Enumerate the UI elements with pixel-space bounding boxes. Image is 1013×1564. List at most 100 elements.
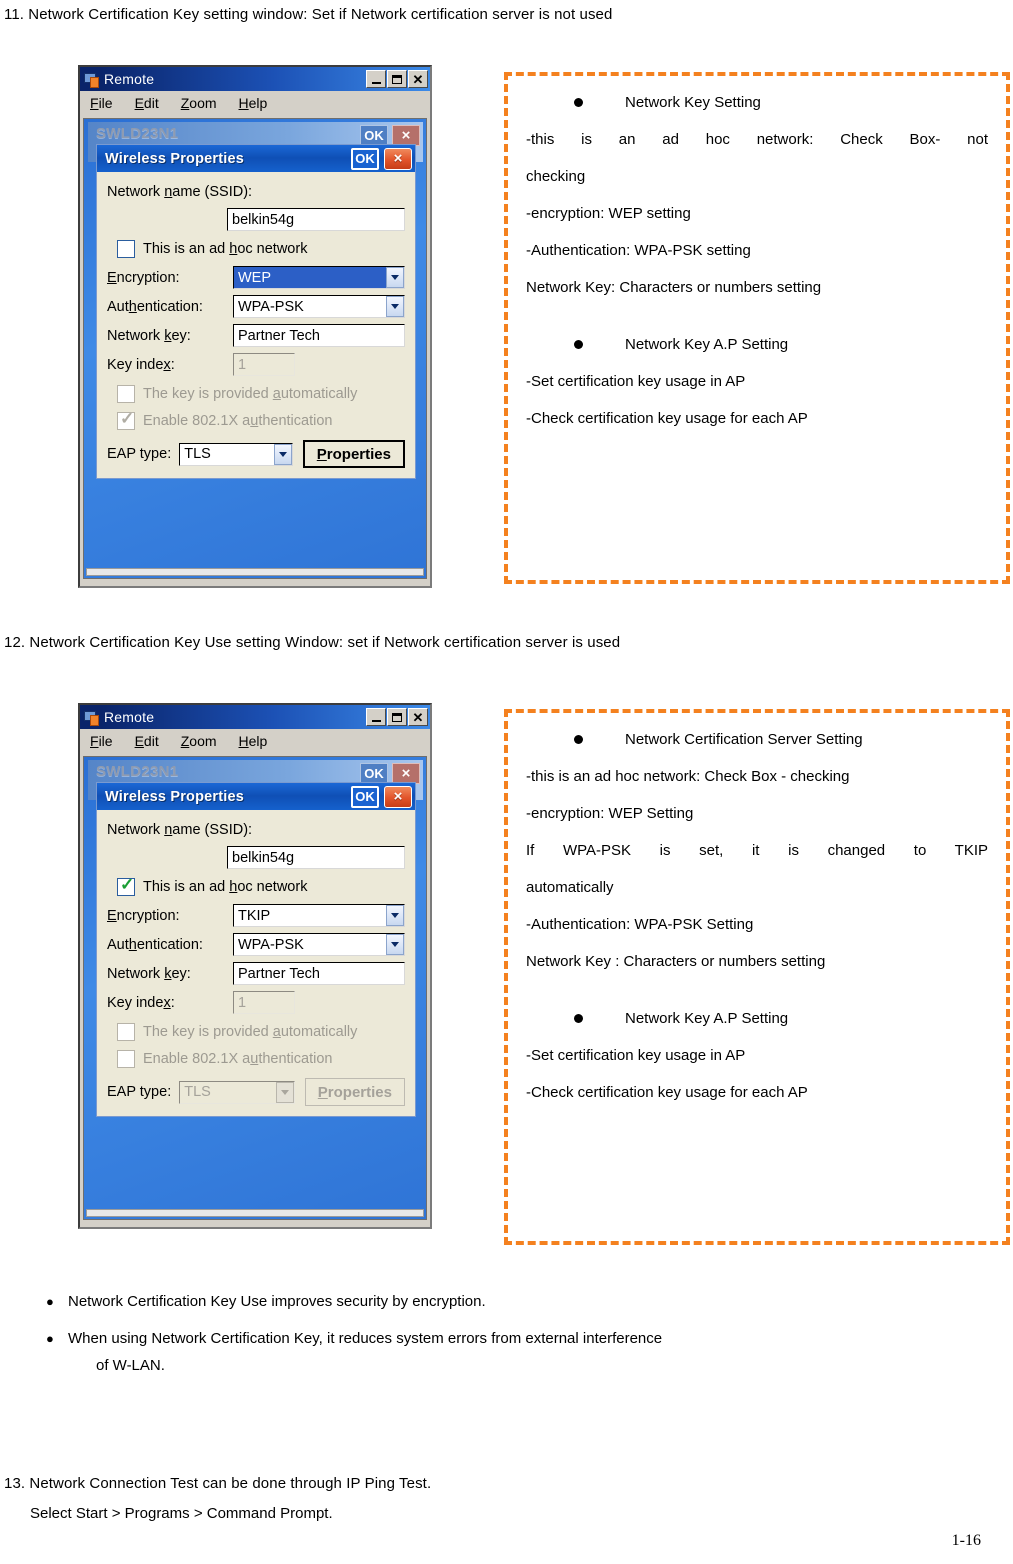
key-index-row: Key index: 1 xyxy=(107,991,405,1014)
dialog-body: Network name (SSID): belkin54g This is a… xyxy=(97,172,415,478)
section-heading-11: 11. Network Certification Key setting wi… xyxy=(4,6,613,23)
callout-2-line: -Check certification key usage for each … xyxy=(526,1084,808,1101)
menu-item-edit[interactable]: Edit xyxy=(135,95,159,111)
chevron-down-icon[interactable] xyxy=(386,296,404,317)
dialog-ok-button[interactable]: OK xyxy=(351,785,379,808)
properties-button[interactable]: Properties xyxy=(302,440,405,468)
background-close-icon[interactable]: × xyxy=(392,125,420,146)
background-ok-button[interactable]: OK xyxy=(360,763,388,784)
maximize-icon[interactable] xyxy=(387,70,407,88)
callout-1-line: -Check certification key usage for each … xyxy=(526,410,808,427)
network-key-value[interactable]: Partner Tech xyxy=(233,962,405,985)
window-title: Remote xyxy=(104,709,155,725)
dialog-close-icon[interactable]: × xyxy=(384,785,412,808)
window-title: Remote xyxy=(104,71,155,87)
summary-bullet-continuation: of W-LAN. xyxy=(96,1357,165,1374)
dialog-title: Wireless Properties xyxy=(105,788,245,805)
dialog-controls: OK × xyxy=(351,785,412,808)
dialog-controls: OK × xyxy=(351,147,412,170)
callout-2-line: -Set certification key usage in AP xyxy=(526,1047,746,1064)
close-icon[interactable]: ✕ xyxy=(408,70,428,88)
authentication-combo[interactable]: WPA-PSK xyxy=(233,933,405,956)
adhoc-checkbox[interactable] xyxy=(117,240,135,258)
menu-item-file[interactable]: File xyxy=(90,733,113,749)
key-auto-checkbox-row: The key is provided automatically xyxy=(117,1023,405,1041)
callout-2-section-2-title-row: Network Key A.P Setting xyxy=(526,1010,988,1027)
chevron-down-icon[interactable] xyxy=(386,934,404,955)
authentication-value[interactable]: WPA-PSK xyxy=(233,933,405,956)
minimize-icon[interactable] xyxy=(366,70,386,88)
network-key-field[interactable]: Partner Tech xyxy=(233,324,405,347)
key-auto-checkbox xyxy=(117,385,135,403)
encryption-combo[interactable]: TKIP xyxy=(233,904,405,927)
section-heading-12: 12. Network Certification Key Use settin… xyxy=(4,634,621,651)
remote-window-2: Remote ✕ File Edit Zoom Help SWLD23N1 OK… xyxy=(78,703,432,1229)
minimize-icon[interactable] xyxy=(366,708,386,726)
enable-8021x-checkbox xyxy=(117,1050,135,1068)
key-index-field: 1 xyxy=(233,353,405,376)
menu-item-help[interactable]: Help xyxy=(239,733,268,749)
adhoc-checkbox-row[interactable]: ✓ This is an ad hoc network xyxy=(117,876,405,896)
key-index-value: 1 xyxy=(233,353,295,376)
close-icon[interactable]: ✕ xyxy=(408,708,428,726)
adhoc-checkbox-row[interactable]: This is an ad hoc network xyxy=(117,240,405,258)
adhoc-checkbox[interactable]: ✓ xyxy=(117,876,135,896)
bullet-dot-icon: ● xyxy=(46,1294,54,1309)
chevron-down-icon[interactable] xyxy=(386,905,404,926)
callout-1-spacer xyxy=(526,306,988,332)
list-item: ● Network Certification Key Use improves… xyxy=(46,1292,946,1312)
key-index-field: 1 xyxy=(233,991,405,1014)
authentication-value[interactable]: WPA-PSK xyxy=(233,295,405,318)
enable-8021x-label: Enable 802.1X authentication xyxy=(143,1051,333,1067)
dialog-ok-button[interactable]: OK xyxy=(351,147,379,170)
authentication-label: Authentication: xyxy=(107,936,203,953)
remote-device-icon xyxy=(84,72,100,88)
dialog-body: Network name (SSID): belkin54g ✓ This is… xyxy=(97,810,415,1116)
menu-item-edit[interactable]: Edit xyxy=(135,733,159,749)
background-ok-button[interactable]: OK xyxy=(360,125,388,146)
background-window-title: SWLD23N1 xyxy=(96,763,179,780)
wireless-properties-dialog-1: Wireless Properties OK × Network name (S… xyxy=(96,144,416,479)
callout-1-line: -Set certification key usage in AP xyxy=(526,373,746,390)
authentication-row: Authentication: WPA-PSK xyxy=(107,933,405,956)
authentication-row: Authentication: WPA-PSK xyxy=(107,295,405,318)
callout-box-2: Network Certification Server Setting -th… xyxy=(504,709,1010,1245)
chevron-down-icon[interactable] xyxy=(386,267,404,288)
network-key-value[interactable]: Partner Tech xyxy=(233,324,405,347)
wireless-properties-dialog-2: Wireless Properties OK × Network name (S… xyxy=(96,782,416,1117)
dialog-close-icon[interactable]: × xyxy=(384,147,412,170)
summary-bullet-text: When using Network Certification Key, it… xyxy=(68,1330,663,1347)
network-key-row: Network key: Partner Tech xyxy=(107,324,405,347)
ssid-label: Network name (SSID): xyxy=(107,822,253,838)
window-controls: ✕ xyxy=(366,70,428,88)
authentication-combo[interactable]: WPA-PSK xyxy=(233,295,405,318)
callout-2-line: Network Key : Characters or numbers sett… xyxy=(526,953,826,970)
ssid-input[interactable]: belkin54g xyxy=(227,846,405,869)
encryption-value[interactable]: WEP xyxy=(233,266,405,289)
background-close-icon[interactable]: × xyxy=(392,763,420,784)
menu-item-zoom[interactable]: Zoom xyxy=(181,733,217,749)
menu-item-zoom[interactable]: Zoom xyxy=(181,95,217,111)
maximize-icon[interactable] xyxy=(387,708,407,726)
menu-item-help[interactable]: Help xyxy=(239,95,268,111)
key-auto-checkbox-row: The key is provided automatically xyxy=(117,385,405,403)
callout-1-line: Network Key: Characters or numbers setti… xyxy=(526,279,822,296)
enable-8021x-label: Enable 802.1X authentication xyxy=(143,413,333,429)
bullet-dot-icon xyxy=(574,98,583,107)
dialog-title: Wireless Properties xyxy=(105,150,245,167)
ssid-input[interactable]: belkin54g xyxy=(227,208,405,231)
network-key-field[interactable]: Partner Tech xyxy=(233,962,405,985)
chevron-down-icon[interactable] xyxy=(273,443,292,465)
menu-item-file[interactable]: File xyxy=(90,95,113,111)
key-index-value: 1 xyxy=(233,991,295,1014)
enable-8021x-checkbox: ✓ xyxy=(117,410,135,430)
encryption-combo[interactable]: WEP xyxy=(233,266,405,289)
menubar: File Edit Zoom Help xyxy=(80,91,430,116)
callout-1-line: checking xyxy=(526,168,586,185)
encryption-value[interactable]: TKIP xyxy=(233,904,405,927)
eap-type-combo[interactable]: TLS xyxy=(179,442,293,466)
callout-1-section-1-title: Network Key Setting xyxy=(625,94,761,111)
background-window-title: SWLD23N1 xyxy=(96,125,179,142)
encryption-label: Encryption: xyxy=(107,269,180,286)
properties-button: Properties xyxy=(304,1078,405,1106)
